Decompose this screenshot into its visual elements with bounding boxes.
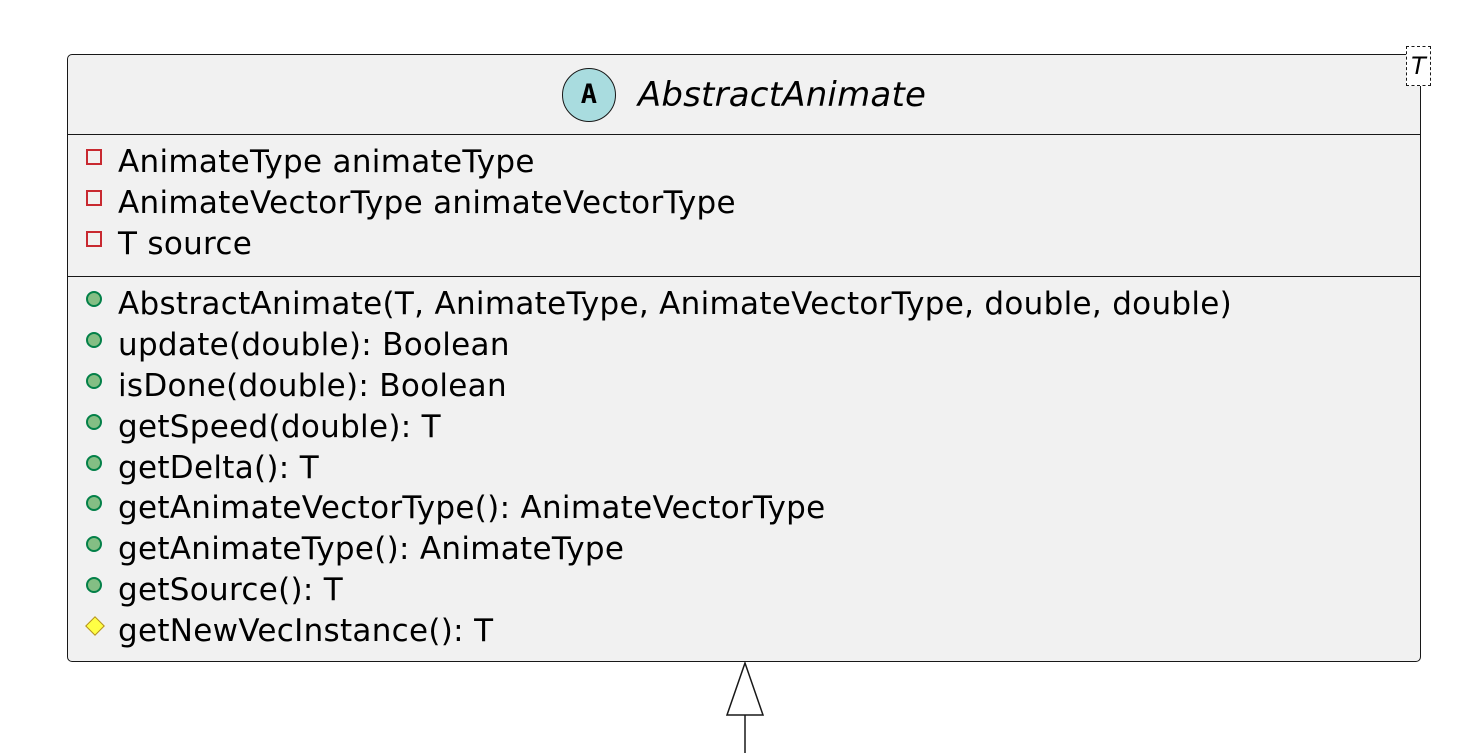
inheritance-arrow xyxy=(725,660,765,753)
inheritance-arrowhead-icon xyxy=(725,660,765,716)
